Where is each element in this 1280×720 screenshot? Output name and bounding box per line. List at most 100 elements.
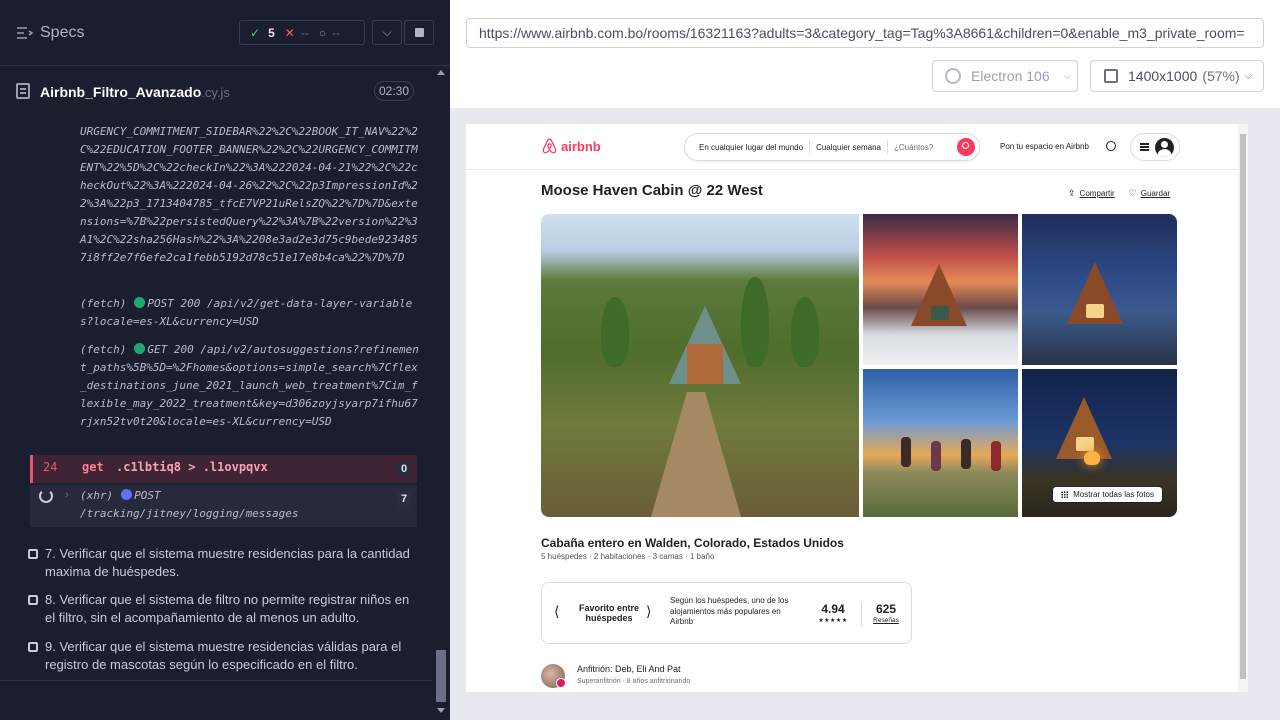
scroll-down-icon[interactable] bbox=[437, 708, 445, 713]
listing-photo-3[interactable] bbox=[1022, 214, 1177, 365]
superhost-badge-icon bbox=[556, 678, 566, 688]
aut-url-bar[interactable]: https://www.airbnb.com.bo/rooms/16321163… bbox=[466, 18, 1264, 48]
search-when[interactable]: Cualquier semana bbox=[810, 143, 887, 152]
reviews-link[interactable]: Reseñas bbox=[866, 617, 906, 624]
user-menu-button[interactable] bbox=[1130, 133, 1180, 161]
fetch-log-entry[interactable]: (fetch) GET 200 /api/v2/autosuggestions?r… bbox=[80, 341, 420, 431]
rating-stars-icon: ★★★★★ bbox=[818, 618, 848, 624]
fetch-text: POST 200 /api/v2/get-data-layer-variable… bbox=[80, 297, 413, 328]
file-icon bbox=[16, 83, 30, 99]
command-log: URGENCY_COMMITMENT_SIDEBAR%22%2C%22BOOK_… bbox=[0, 115, 432, 680]
photo-detail bbox=[1084, 451, 1100, 465]
aut-toolbar: https://www.airbnb.com.bo/rooms/16321163… bbox=[450, 0, 1280, 108]
chevron-right-icon[interactable]: › bbox=[65, 489, 69, 501]
reporter-scrollbar[interactable] bbox=[434, 66, 448, 720]
listing-meta: 5 huéspedes · 2 habitaciones · 3 camas ·… bbox=[541, 552, 715, 561]
stop-icon bbox=[414, 28, 424, 37]
test-item[interactable]: 7. Verificar que el sistema muestre resi… bbox=[28, 545, 418, 581]
search-icon[interactable] bbox=[957, 138, 975, 156]
photo-detail bbox=[791, 297, 819, 367]
failed-icon: ✕ bbox=[284, 25, 295, 40]
chevron-down-icon: ⌵ bbox=[1063, 70, 1072, 82]
save-button[interactable]: ♡ Guardar bbox=[1129, 188, 1170, 199]
fetch-prefix: (fetch) bbox=[80, 297, 127, 310]
airbnb-logo[interactable]: airbnb bbox=[541, 138, 601, 155]
specs-list-icon[interactable] bbox=[16, 24, 34, 42]
search-who[interactable]: ¿Cuántos? bbox=[888, 143, 939, 152]
host-your-place-link[interactable]: Pon tu espacio en Airbnb bbox=[1000, 142, 1089, 151]
xhr-method: POST bbox=[134, 489, 161, 502]
save-label: Guardar bbox=[1140, 189, 1171, 198]
listing-subtitle: Cabaña entero en Walden, Colorado, Estad… bbox=[541, 536, 844, 550]
guest-favorite-title: Favorito entre huéspedes bbox=[578, 603, 639, 623]
status-ok-icon bbox=[134, 297, 146, 308]
scrollbar-thumb[interactable] bbox=[436, 650, 446, 702]
xhr-count-badge: 7 bbox=[397, 491, 411, 507]
search-bar[interactable]: En cualquier lugar del mundo Cualquier s… bbox=[684, 133, 980, 161]
listing-photo-4[interactable] bbox=[863, 369, 1018, 517]
active-command-row[interactable]: 24 get .c1lbtiq8 > .l1ovpqvx 0 bbox=[30, 455, 417, 483]
guest-favorite-card: ⟨ Favorito entre huéspedes ⟩ Según los h… bbox=[541, 582, 912, 644]
stop-button[interactable] bbox=[404, 20, 434, 45]
failed-count: -- bbox=[300, 25, 309, 40]
xhr-command-row[interactable]: › (xhr) POST /tracking/jitney/logging/mes… bbox=[30, 485, 417, 527]
test-pending-icon bbox=[28, 642, 38, 652]
request-url-text: URGENCY_COMMITMENT_SIDEBAR%22%2C%22BOOK_… bbox=[80, 125, 418, 264]
spec-title[interactable]: Airbnb_Filtro_Avanzado.cy.js bbox=[40, 84, 230, 100]
photo-detail bbox=[1086, 304, 1104, 318]
viewport-selector[interactable]: 1400x1000 (57%) ⌵ bbox=[1090, 60, 1264, 92]
pending-count: -- bbox=[332, 25, 341, 40]
passed-icon: ✓ bbox=[250, 25, 261, 40]
share-label: Compartir bbox=[1079, 189, 1115, 198]
status-pending-icon bbox=[121, 489, 133, 500]
fetch-log-entry[interactable]: (fetch) POST 200 /api/v2/get-data-layer-v… bbox=[80, 295, 420, 331]
spec-bar: Airbnb_Filtro_Avanzado.cy.js 02:30 bbox=[0, 67, 432, 115]
test-item[interactable]: 9. Verificar que el sistema muestre resi… bbox=[28, 638, 418, 674]
show-all-photos-label: Mostrar todas las fotos bbox=[1073, 490, 1154, 499]
photo-detail bbox=[741, 277, 769, 367]
listing-title: Moose Haven Cabin @ 22 West bbox=[541, 182, 763, 199]
test-pending-icon bbox=[28, 549, 38, 559]
rating-value: 4.94 bbox=[821, 602, 845, 616]
spec-extension: .cy.js bbox=[201, 85, 230, 100]
test-item[interactable]: 8. Verificar que el sistema de filtro no… bbox=[28, 591, 418, 627]
share-button[interactable]: ⇪ Compartir bbox=[1068, 188, 1115, 199]
photo-detail bbox=[991, 441, 1001, 471]
airbnb-header: airbnb En cualquier lugar del mundo Cual… bbox=[466, 124, 1238, 170]
show-all-photos-button[interactable]: Mostrar todas las fotos bbox=[1052, 486, 1163, 503]
photo-detail bbox=[687, 344, 723, 384]
scroll-up-icon[interactable] bbox=[437, 70, 445, 75]
guest-favorite-desc: Según los huéspedes, uno de los alojamie… bbox=[670, 596, 789, 626]
specs-label[interactable]: Specs bbox=[40, 24, 84, 42]
menu-icon bbox=[1140, 143, 1149, 145]
globe-icon[interactable] bbox=[1106, 141, 1116, 151]
scrollbar-thumb[interactable] bbox=[1240, 134, 1246, 679]
airbnb-logo-text: airbnb bbox=[561, 139, 601, 154]
photo-detail bbox=[601, 297, 629, 367]
command-number: 24 bbox=[43, 460, 58, 474]
browser-selector[interactable]: Electron 106 ⌵ bbox=[932, 60, 1078, 92]
chevron-down-icon: ⌵ bbox=[382, 25, 392, 39]
host-subtitle: Superanfitrión · 8 años anfitrionando bbox=[577, 678, 691, 685]
photo-detail bbox=[931, 306, 949, 320]
divider bbox=[861, 603, 862, 627]
user-avatar-icon bbox=[1155, 138, 1174, 157]
photo-detail bbox=[901, 437, 911, 467]
heart-icon: ♡ bbox=[1128, 188, 1137, 198]
listing-photo-5[interactable]: Mostrar todas las fotos bbox=[1022, 369, 1177, 517]
reporter-footer bbox=[0, 680, 432, 720]
photo-detail bbox=[1076, 437, 1094, 451]
viewport-icon bbox=[1104, 69, 1118, 83]
viewport-scale: (57%) bbox=[1202, 68, 1240, 84]
collapse-button[interactable]: ⌵ bbox=[372, 20, 402, 45]
aut-scrollbar[interactable] bbox=[1238, 124, 1248, 692]
test-pending-icon bbox=[28, 595, 38, 605]
search-where[interactable]: En cualquier lugar del mundo bbox=[685, 143, 809, 152]
photo-gallery: Mostrar todas las fotos bbox=[541, 214, 1177, 517]
test-title: 7. Verificar que el sistema muestre resi… bbox=[45, 546, 410, 579]
listing-photo-2[interactable] bbox=[863, 214, 1018, 365]
photo-detail bbox=[931, 441, 941, 471]
listing-photo-main[interactable] bbox=[541, 214, 859, 517]
reviews-count: 625 bbox=[875, 602, 897, 616]
viewport-size: 1400x1000 bbox=[1128, 68, 1198, 84]
